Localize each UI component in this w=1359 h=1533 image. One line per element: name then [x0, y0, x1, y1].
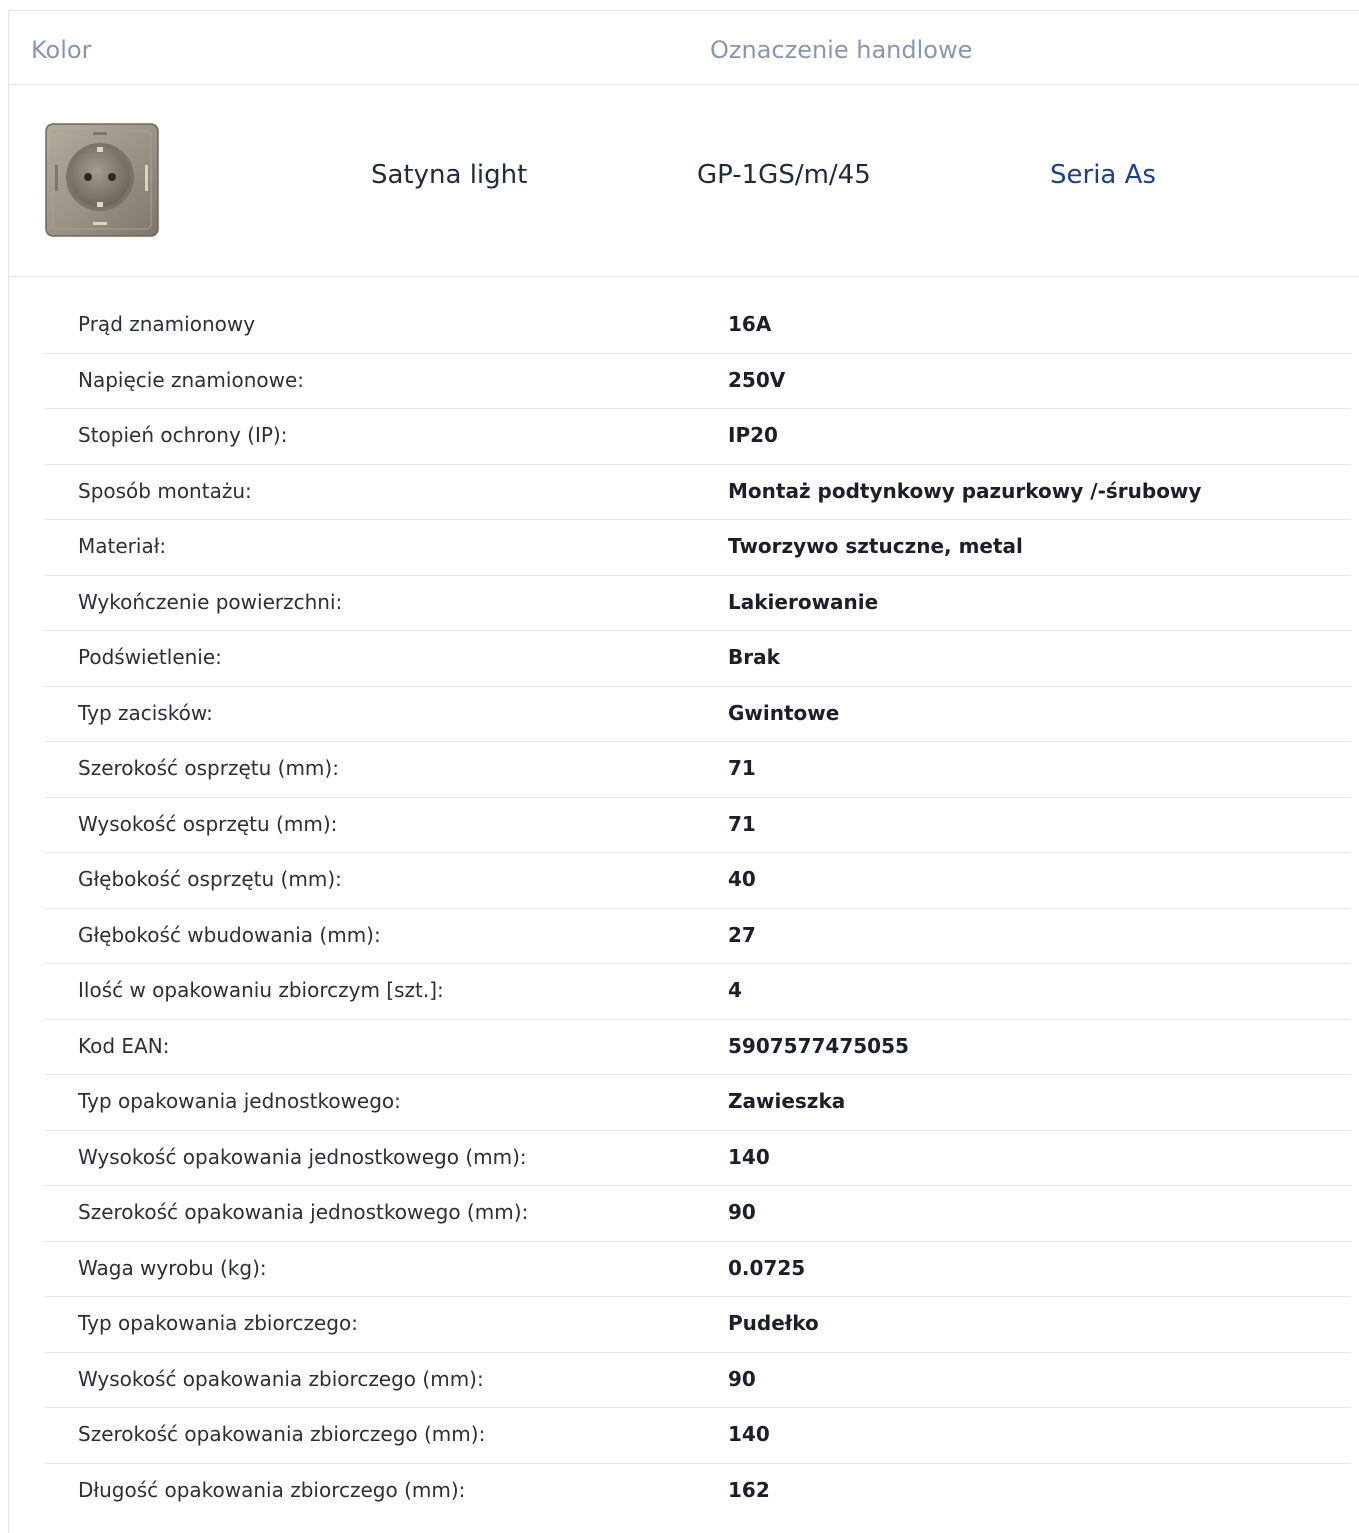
- spec-value: IP20: [728, 423, 778, 447]
- product-variant-table: Kolor Oznaczenie handlowe Satyna light G…: [8, 10, 1359, 1533]
- spec-label: Sposób montażu:: [78, 478, 252, 503]
- table-row: Wysokość opakowania zbiorczego (mm): 90: [45, 1353, 1351, 1408]
- spec-label: Głębokość wbudowania (mm):: [78, 922, 381, 947]
- spec-label: Wysokość opakowania jednostkowego (mm):: [78, 1144, 527, 1169]
- spec-value: 40: [728, 867, 756, 891]
- spec-label: Stopień ochrony (IP):: [78, 423, 288, 447]
- spec-label: Prąd znamionowy: [78, 312, 256, 336]
- spec-label: Długość opakowania zbiorczego (mm):: [78, 1477, 466, 1502]
- spec-label: Szerokość osprzętu (mm):: [78, 756, 339, 780]
- spec-value: Lakierowanie: [728, 589, 879, 614]
- socket-icon: [43, 121, 161, 239]
- spec-label: Kod EAN:: [78, 1033, 170, 1058]
- spec-value: 16A: [728, 312, 772, 336]
- spec-value: 140: [728, 1422, 770, 1446]
- spec-label: Materiał:: [78, 534, 167, 558]
- table-row: Waga wyrobu (kg): 0.0725: [45, 1242, 1351, 1297]
- spec-label: Typ zacisków:: [78, 700, 213, 725]
- table-row: Głębokość osprzętu (mm): 40: [45, 853, 1351, 909]
- spec-value: Tworzywo sztuczne, metal: [728, 534, 1023, 558]
- table-row: Typ zacisków: Gwintowe: [45, 687, 1351, 742]
- table-header: Kolor Oznaczenie handlowe: [9, 11, 1359, 85]
- spec-label: Typ opakowania jednostkowego:: [78, 1089, 401, 1113]
- spec-value: 5907577475055: [728, 1033, 909, 1058]
- spec-value: 27: [728, 922, 756, 947]
- spec-label: Głębokość osprzętu (mm):: [78, 867, 342, 891]
- table-row: Wykończenie powierzchni: Lakierowanie: [45, 576, 1351, 631]
- table-row: Typ opakowania zbiorczego: Pudełko: [45, 1297, 1351, 1353]
- series-link[interactable]: Seria As: [1050, 159, 1156, 191]
- table-row: Szerokość opakowania zbiorczego (mm): 140: [45, 1408, 1351, 1464]
- spec-label: Szerokość opakowania zbiorczego (mm):: [78, 1422, 486, 1446]
- table-row: Głębokość wbudowania (mm): 27: [45, 909, 1351, 964]
- spec-value: 71: [728, 811, 756, 836]
- spec-value: 162: [728, 1477, 770, 1502]
- product-code: GP-1GS/m/45: [697, 160, 871, 190]
- table-row: Napięcie znamionowe: 250V: [45, 354, 1351, 409]
- spec-label: Napięcie znamionowe:: [78, 367, 305, 392]
- table-row: Podświetlenie: Brak: [45, 631, 1351, 687]
- spec-value: Gwintowe: [728, 700, 840, 725]
- table-row: Wysokość opakowania jednostkowego (mm): 1…: [45, 1131, 1351, 1186]
- spec-value: 90: [728, 1200, 756, 1224]
- table-row: Sposób montażu: Montaż podtynkowy pazurko…: [45, 465, 1351, 520]
- table-row: Ilość w opakowaniu zbiorczym [szt.]: 4: [45, 964, 1351, 1020]
- table-row: Prąd znamionowy 16A: [45, 298, 1351, 354]
- table-row: Szerokość opakowania jednostkowego (mm):…: [45, 1186, 1351, 1242]
- spec-value: 250V: [728, 367, 786, 392]
- spec-value: 71: [728, 756, 756, 780]
- spec-label: Ilość w opakowaniu zbiorczym [szt.]:: [78, 978, 444, 1002]
- product-row: Satyna light GP-1GS/m/45 Seria As: [9, 85, 1359, 277]
- spec-value: Montaż podtynkowy pazurkowy /-śrubowy: [728, 478, 1202, 503]
- table-row: Wysokość osprzętu (mm): 71: [45, 798, 1351, 853]
- spec-value: 4: [728, 978, 742, 1002]
- table-row: Długość opakowania zbiorczego (mm): 162: [45, 1464, 1351, 1520]
- spec-value: 90: [728, 1366, 756, 1391]
- spec-label: Wykończenie powierzchni:: [78, 589, 343, 614]
- table-row: Stopień ochrony (IP): IP20: [45, 409, 1351, 465]
- header-color: Kolor: [31, 36, 92, 64]
- spec-label: Podświetlenie:: [78, 645, 222, 669]
- spec-value: Zawieszka: [728, 1089, 846, 1113]
- spec-label: Waga wyrobu (kg):: [78, 1255, 267, 1280]
- spec-label: Typ opakowania zbiorczego:: [78, 1311, 358, 1335]
- spec-value: Brak: [728, 645, 780, 669]
- table-row: Typ opakowania jednostkowego: Zawieszka: [45, 1075, 1351, 1131]
- spec-value: 0.0725: [728, 1255, 806, 1280]
- spec-label: Szerokość opakowania jednostkowego (mm):: [78, 1200, 529, 1224]
- spec-label: Wysokość osprzętu (mm):: [78, 811, 338, 836]
- table-row: Szerokość osprzętu (mm): 71: [45, 742, 1351, 798]
- table-row: Kod EAN: 5907577475055: [45, 1020, 1351, 1075]
- spec-value: 140: [728, 1144, 770, 1169]
- table-row: Materiał: Tworzywo sztuczne, metal: [45, 520, 1351, 576]
- specs-table: Prąd znamionowy 16A Napięcie znamionowe: 25…: [45, 298, 1351, 1519]
- color-name: Satyna light: [371, 160, 528, 190]
- spec-label: Wysokość opakowania zbiorczego (mm):: [78, 1366, 484, 1391]
- header-trade-designation: Oznaczenie handlowe: [710, 36, 973, 64]
- spec-value: Pudełko: [728, 1311, 819, 1335]
